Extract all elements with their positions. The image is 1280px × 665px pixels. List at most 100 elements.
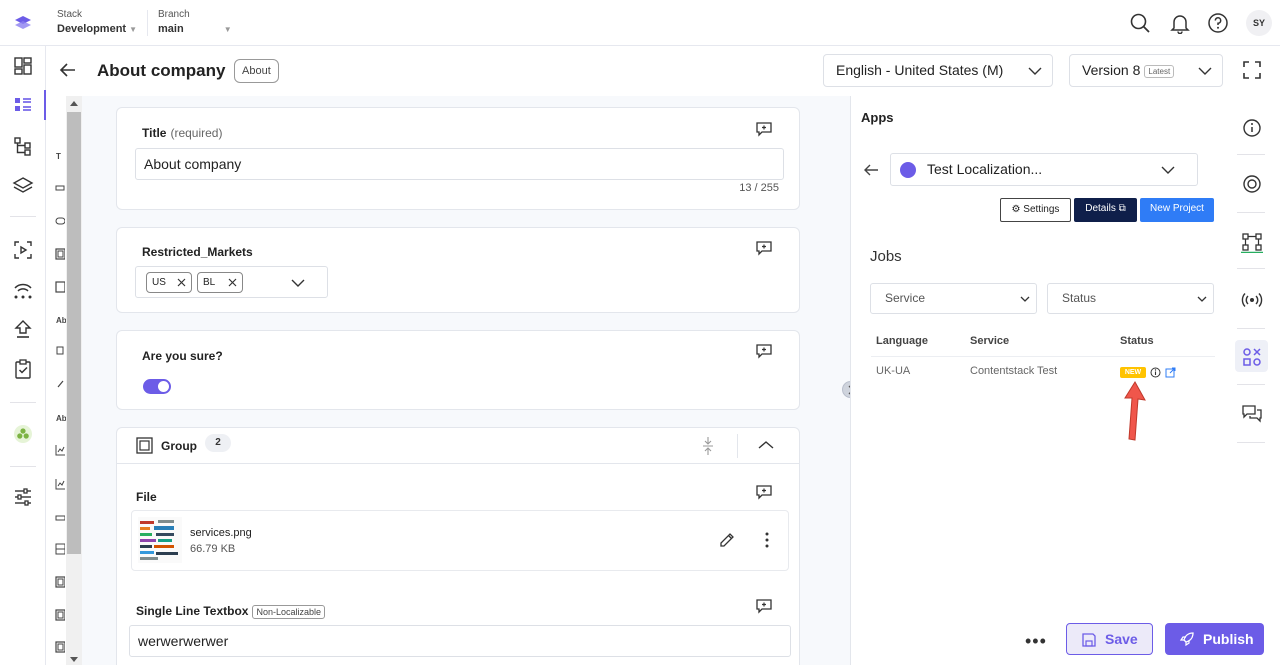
link-outline-icon[interactable]	[55, 378, 65, 390]
are-you-sure-toggle[interactable]	[143, 379, 171, 394]
stack-selector[interactable]: Stack Development ▼	[57, 9, 137, 35]
close-icon[interactable]	[228, 278, 237, 287]
group-count-badge: 2	[205, 434, 231, 452]
service-filter[interactable]: Service	[870, 283, 1037, 314]
market-chip[interactable]: US	[146, 272, 192, 293]
grid-outline-icon[interactable]	[55, 543, 65, 555]
scroll-down-icon[interactable]	[69, 656, 79, 664]
chip-label: US	[152, 277, 166, 288]
group-header[interactable]: Group 2	[117, 428, 799, 464]
file-name: services.png	[190, 527, 252, 539]
status-filter-value: Status	[1062, 291, 1097, 305]
branch-selector[interactable]: Branch main ▼	[158, 9, 232, 35]
chevron-down-icon	[1020, 296, 1030, 302]
contentstack-logo-icon[interactable]	[12, 12, 34, 34]
info-icon[interactable]	[1150, 367, 1161, 378]
more-vertical-icon[interactable]	[764, 531, 770, 549]
reference-outline-icon[interactable]	[55, 345, 65, 357]
content-models-icon[interactable]	[12, 135, 34, 157]
deploy-icon[interactable]	[12, 318, 34, 340]
group-outline-icon[interactable]	[55, 641, 65, 653]
help-icon[interactable]	[1207, 12, 1229, 34]
save-button-label: Save	[1105, 631, 1138, 647]
apps-icon[interactable]	[1241, 346, 1263, 368]
back-arrow-icon[interactable]	[863, 163, 879, 177]
content-type-tag[interactable]: About	[234, 59, 279, 83]
info-icon[interactable]	[1241, 117, 1263, 139]
fullscreen-icon[interactable]	[1242, 60, 1262, 80]
markets-multiselect[interactable]: US BL	[135, 266, 328, 298]
scroll-up-icon[interactable]	[69, 99, 79, 107]
left-navigation-rail	[0, 46, 46, 665]
market-chip[interactable]: BL	[197, 272, 243, 293]
service-filter-value: Service	[885, 291, 926, 305]
details-button[interactable]: Details ⧉	[1074, 198, 1137, 222]
add-comment-icon[interactable]	[755, 240, 773, 256]
app-selector[interactable]: Test Localization...	[890, 153, 1198, 186]
job-language: UK-UA	[876, 365, 911, 377]
file-thumbnail	[138, 517, 182, 563]
chevron-down-icon	[1198, 67, 1212, 75]
webhooks-icon[interactable]	[12, 279, 34, 301]
group-field-card: Group 2 File services.png 66.79 KB Singl…	[116, 427, 800, 665]
gear-icon: ⚙	[1011, 204, 1021, 215]
add-comment-icon[interactable]	[755, 121, 773, 137]
link-outline-icon[interactable]	[55, 183, 65, 193]
save-icon	[1082, 633, 1096, 647]
workflow-icon[interactable]	[1241, 231, 1263, 253]
search-icon[interactable]	[1129, 12, 1151, 34]
scrollbar-thumb[interactable]	[67, 112, 81, 554]
bell-icon[interactable]	[1169, 12, 1191, 34]
settings-button[interactable]: ⚙ Settings	[1000, 198, 1071, 222]
avatar[interactable]: SY	[1246, 10, 1272, 36]
live-preview-icon[interactable]	[12, 239, 34, 261]
locale-dropdown[interactable]: English - United States (M)	[823, 54, 1053, 87]
save-button[interactable]: Save	[1066, 623, 1153, 655]
tasks-icon[interactable]	[12, 358, 34, 380]
textbox-outline-icon[interactable]	[55, 512, 65, 524]
column-header-service: Service	[970, 335, 1010, 347]
group-outline-icon[interactable]	[55, 248, 65, 260]
add-comment-icon[interactable]	[755, 598, 773, 614]
chart-outline-icon[interactable]	[55, 478, 65, 490]
version-dropdown[interactable]: Version 8 Latest	[1069, 54, 1223, 87]
close-icon[interactable]	[177, 278, 186, 287]
visual-builder-icon[interactable]	[1241, 173, 1263, 195]
more-options-icon[interactable]: •••	[1025, 631, 1047, 652]
reorder-icon[interactable]	[701, 436, 715, 456]
external-link-icon: ⧉	[1118, 203, 1126, 214]
edit-pencil-icon[interactable]	[718, 531, 736, 549]
chevron-up-icon[interactable]	[758, 440, 774, 450]
single-line-input[interactable]: werwerwerwer	[129, 625, 791, 657]
file-item[interactable]: services.png 66.79 KB	[131, 510, 789, 571]
file-outline-icon[interactable]	[55, 281, 65, 293]
rail-divider	[1237, 154, 1265, 155]
rail-divider	[1237, 442, 1265, 443]
add-comment-icon[interactable]	[755, 343, 773, 359]
settings-sliders-icon[interactable]	[12, 486, 34, 508]
chevron-down-icon[interactable]	[291, 278, 305, 288]
comments-icon[interactable]	[1241, 403, 1263, 425]
broadcast-icon[interactable]	[1241, 289, 1263, 311]
chart-outline-icon[interactable]	[55, 444, 65, 456]
group-outline-icon[interactable]	[55, 576, 65, 588]
marketplace-app-icon[interactable]	[12, 423, 34, 445]
group-outline-icon[interactable]	[55, 609, 65, 621]
toggle-outline-icon[interactable]	[55, 216, 65, 226]
publish-button[interactable]: Publish	[1165, 623, 1264, 655]
rocket-icon	[1179, 632, 1194, 647]
text-field-outline-icon[interactable]: T	[56, 152, 61, 161]
assets-stack-icon[interactable]	[12, 175, 34, 197]
status-filter[interactable]: Status	[1047, 283, 1214, 314]
back-arrow-icon[interactable]	[58, 60, 78, 80]
chevron-down-icon: ▼	[129, 25, 137, 34]
dashboard-icon[interactable]	[12, 55, 34, 77]
title-input[interactable]: About company	[135, 148, 784, 180]
add-comment-icon[interactable]	[755, 484, 773, 500]
entries-icon[interactable]	[12, 94, 34, 116]
external-link-icon[interactable]	[1165, 367, 1176, 378]
right-sidebar-rail	[1223, 96, 1280, 665]
apps-panel-title: Apps	[861, 110, 894, 125]
restricted-markets-card: Restricted_Markets US BL	[116, 227, 800, 313]
new-project-button[interactable]: New Project	[1140, 198, 1214, 222]
